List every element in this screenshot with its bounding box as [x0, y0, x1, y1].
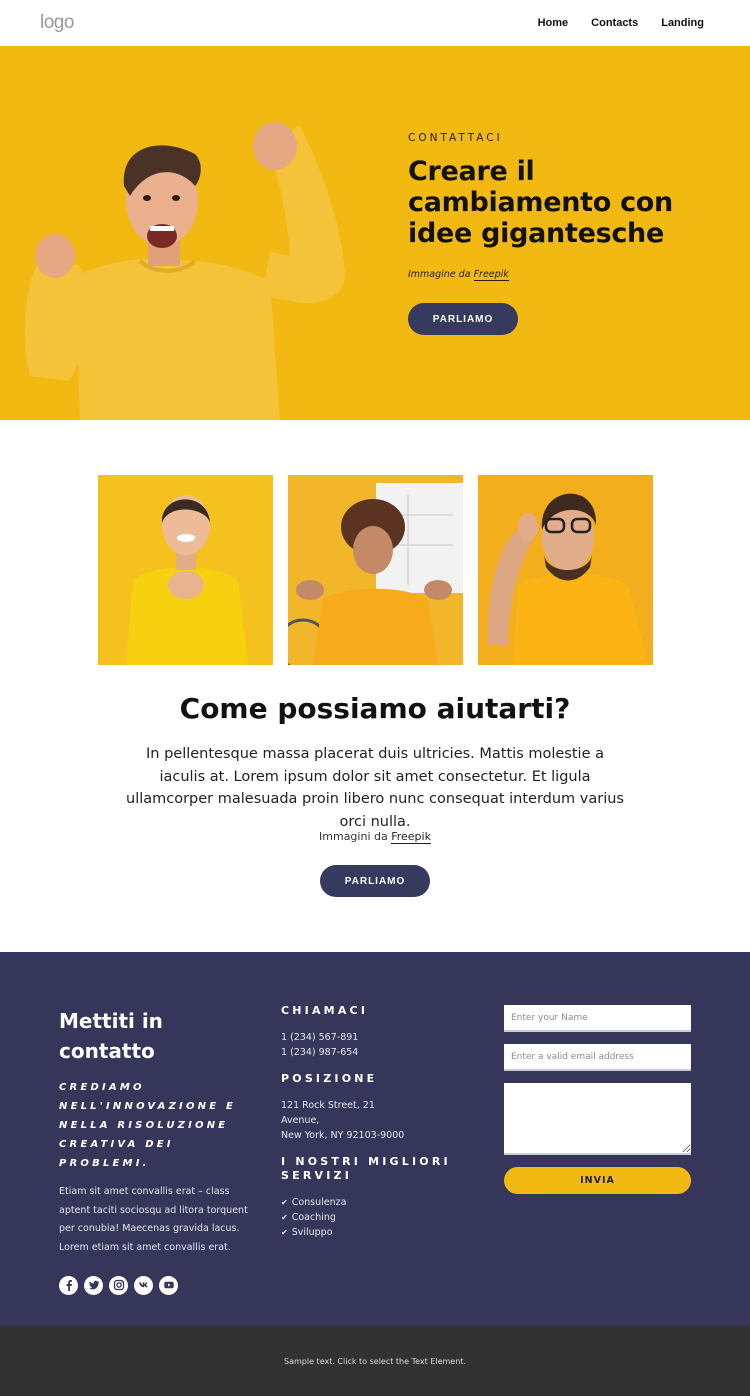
site-header: logo Home Contacts Landing — [0, 0, 750, 46]
check-icon: ✔ — [281, 1198, 288, 1207]
twitter-icon[interactable] — [84, 1275, 103, 1295]
submit-button[interactable]: INVIA — [504, 1167, 691, 1194]
check-icon: ✔ — [281, 1228, 288, 1237]
help-cta-button[interactable]: PARLIAMO — [320, 865, 430, 897]
help-image-credit: Immagini da Freepik — [0, 830, 750, 844]
contact-intro: Mettiti in contatto CREDIAMO NELL'INNOVA… — [59, 1006, 254, 1295]
services-heading: I NOSTRI MIGLIORI SERVIZI — [281, 1155, 451, 1182]
nav-contacts[interactable]: Contacts — [591, 17, 638, 29]
help-body: In pellentesque massa placerat duis ultr… — [126, 746, 624, 830]
help-title: Come possiamo aiutarti? — [179, 692, 571, 725]
hero-credit-prefix: Immagine da — [408, 269, 471, 280]
main-nav: Home Contacts Landing — [538, 17, 704, 29]
services-block: I NOSTRI MIGLIORI SERVIZI ✔ Consulenza ✔ C… — [281, 1155, 481, 1240]
hero-eyebrow: CONTATTACI — [408, 132, 503, 144]
hero-credit-link[interactable]: Freepik — [473, 269, 509, 281]
youtube-icon[interactable] — [159, 1275, 178, 1295]
check-icon: ✔ — [281, 1213, 288, 1222]
site-footer: Sample text. Click to select the Text El… — [0, 1326, 750, 1396]
vk-icon[interactable] — [134, 1275, 153, 1295]
nav-landing[interactable]: Landing — [661, 17, 704, 29]
location-block: POSIZIONE 121 Rock Street, 21 Avenue, Ne… — [281, 1072, 481, 1143]
address-line: 121 Rock Street, 21 — [281, 1100, 375, 1111]
facebook-icon[interactable] — [59, 1275, 78, 1295]
contact-description: Etiam sit amet convallis erat – class ap… — [59, 1186, 248, 1254]
hero-content: CONTATTACI Creare il cambiamento con ide… — [408, 132, 708, 335]
address-line: New York, NY 92103-9000 — [281, 1130, 405, 1141]
service-item: ✔ Coaching — [281, 1212, 336, 1223]
contact-title: Mettiti in contatto — [59, 1009, 163, 1063]
contact-details: CHIAMACI 1 (234) 567-891 1 (234) 987-654… — [281, 1004, 481, 1240]
help-credit-prefix: Immagini da — [319, 830, 388, 843]
address: 121 Rock Street, 21 Avenue, New York, NY… — [281, 1098, 481, 1143]
logo[interactable]: logo — [40, 12, 74, 34]
social-links — [59, 1275, 254, 1295]
contact-section: Mettiti in contatto CREDIAMO NELL'INNOVA… — [0, 952, 750, 1326]
name-input[interactable] — [504, 1005, 691, 1032]
phone-number[interactable]: 1 (234) 987-654 — [281, 1045, 481, 1060]
phone-number[interactable]: 1 (234) 567-891 — [281, 1030, 481, 1045]
call-heading: CHIAMACI — [281, 1004, 369, 1017]
message-textarea[interactable] — [504, 1083, 691, 1155]
nav-home[interactable]: Home — [538, 17, 569, 29]
hero-image — [0, 46, 380, 420]
footer-text[interactable]: Sample text. Click to select the Text El… — [284, 1357, 466, 1366]
gallery-image-man-glasses — [478, 475, 653, 665]
hero-section: CONTATTACI Creare il cambiamento con ide… — [0, 46, 750, 420]
hero-title: Creare il cambiamento con idee gigantesc… — [408, 156, 673, 249]
contact-motto: CREDIAMO NELL'INNOVAZIONE E NELLA RISOLU… — [59, 1082, 236, 1169]
gallery-image-smiling-woman — [98, 475, 273, 665]
gallery-image-curly-woman — [288, 475, 463, 665]
location-heading: POSIZIONE — [281, 1072, 378, 1085]
services-list: ✔ Consulenza ✔ Coaching ✔ Sviluppo — [281, 1195, 481, 1240]
instagram-icon[interactable] — [109, 1275, 128, 1295]
service-item: ✔ Sviluppo — [281, 1227, 333, 1238]
help-section: Come possiamo aiutarti? In pellentesque … — [0, 420, 750, 952]
help-credit-link[interactable]: Freepik — [391, 830, 431, 844]
address-line: Avenue, — [281, 1115, 320, 1126]
service-item: ✔ Consulenza — [281, 1197, 347, 1208]
contact-form: INVIA — [504, 1005, 691, 1194]
email-input[interactable] — [504, 1044, 691, 1071]
call-block: CHIAMACI 1 (234) 567-891 1 (234) 987-654 — [281, 1004, 481, 1060]
image-gallery — [98, 475, 653, 665]
hero-cta-button[interactable]: PARLIAMO — [408, 303, 518, 335]
hero-image-credit: Immagine da Freepik — [408, 269, 708, 281]
